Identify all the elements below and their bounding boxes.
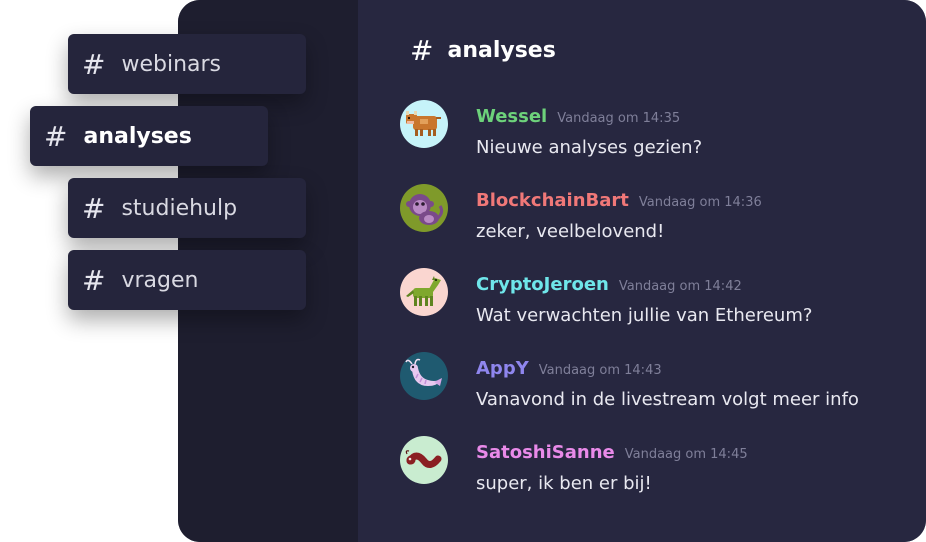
message-text: Wat verwachten jullie van Ethereum? (476, 305, 813, 326)
message-panel: # analyses Wessel Vandaag om 14:35 Nieuw… (358, 0, 926, 542)
timestamp: Vandaag om 14:42 (618, 279, 742, 294)
author-name[interactable]: CryptoJeroen (476, 274, 609, 295)
channel-item-vragen[interactable]: # vragen (68, 250, 306, 310)
hash-icon: # (82, 191, 106, 225)
hash-icon: # (44, 119, 68, 153)
author-name[interactable]: AppY (476, 358, 529, 379)
message-text: Nieuwe analyses gezien? (476, 137, 703, 158)
channel-label: webinars (121, 51, 222, 77)
channel-item-studiehulp[interactable]: # studiehulp (68, 178, 306, 238)
worm-icon[interactable] (400, 436, 448, 484)
hash-icon: # (82, 47, 106, 81)
author-name[interactable]: SatoshiSanne (476, 442, 615, 463)
message-text: Vanavond in de livestream volgt meer inf… (476, 389, 859, 410)
message-item: SatoshiSanne Vandaag om 14:45 super, ik … (400, 436, 920, 494)
channel-label: studiehulp (121, 195, 238, 221)
timestamp: Vandaag om 14:45 (624, 447, 748, 462)
timestamp: Vandaag om 14:35 (557, 111, 681, 126)
channel-item-webinars[interactable]: # webinars (68, 34, 306, 94)
message-item: AppY Vandaag om 14:43 Vanavond in de liv… (400, 352, 920, 410)
timestamp: Vandaag om 14:36 (638, 195, 762, 210)
cow-icon[interactable] (400, 100, 448, 148)
channel-item-analyses[interactable]: # analyses (30, 106, 268, 166)
author-name[interactable]: Wessel (476, 106, 547, 127)
hash-icon: # (410, 34, 434, 67)
hash-icon: # (82, 263, 106, 297)
author-name[interactable]: BlockchainBart (476, 190, 629, 211)
message-item: CryptoJeroen Vandaag om 14:42 Wat verwac… (400, 268, 920, 326)
message-text: super, ik ben er bij! (476, 473, 652, 494)
channel-label: vragen (121, 267, 199, 293)
message-text: zeker, veelbelovend! (476, 221, 665, 242)
channel-title: # analyses (410, 34, 556, 67)
message-item: BlockchainBart Vandaag om 14:36 zeker, v… (400, 184, 920, 242)
channel-label: analyses (83, 123, 192, 149)
channel-name: analyses (447, 38, 556, 63)
message-item: Wessel Vandaag om 14:35 Nieuwe analyses … (400, 100, 920, 158)
horse-icon[interactable] (400, 268, 448, 316)
timestamp: Vandaag om 14:43 (538, 363, 662, 378)
monkey-icon[interactable] (400, 184, 448, 232)
shrimp-icon[interactable] (400, 352, 448, 400)
